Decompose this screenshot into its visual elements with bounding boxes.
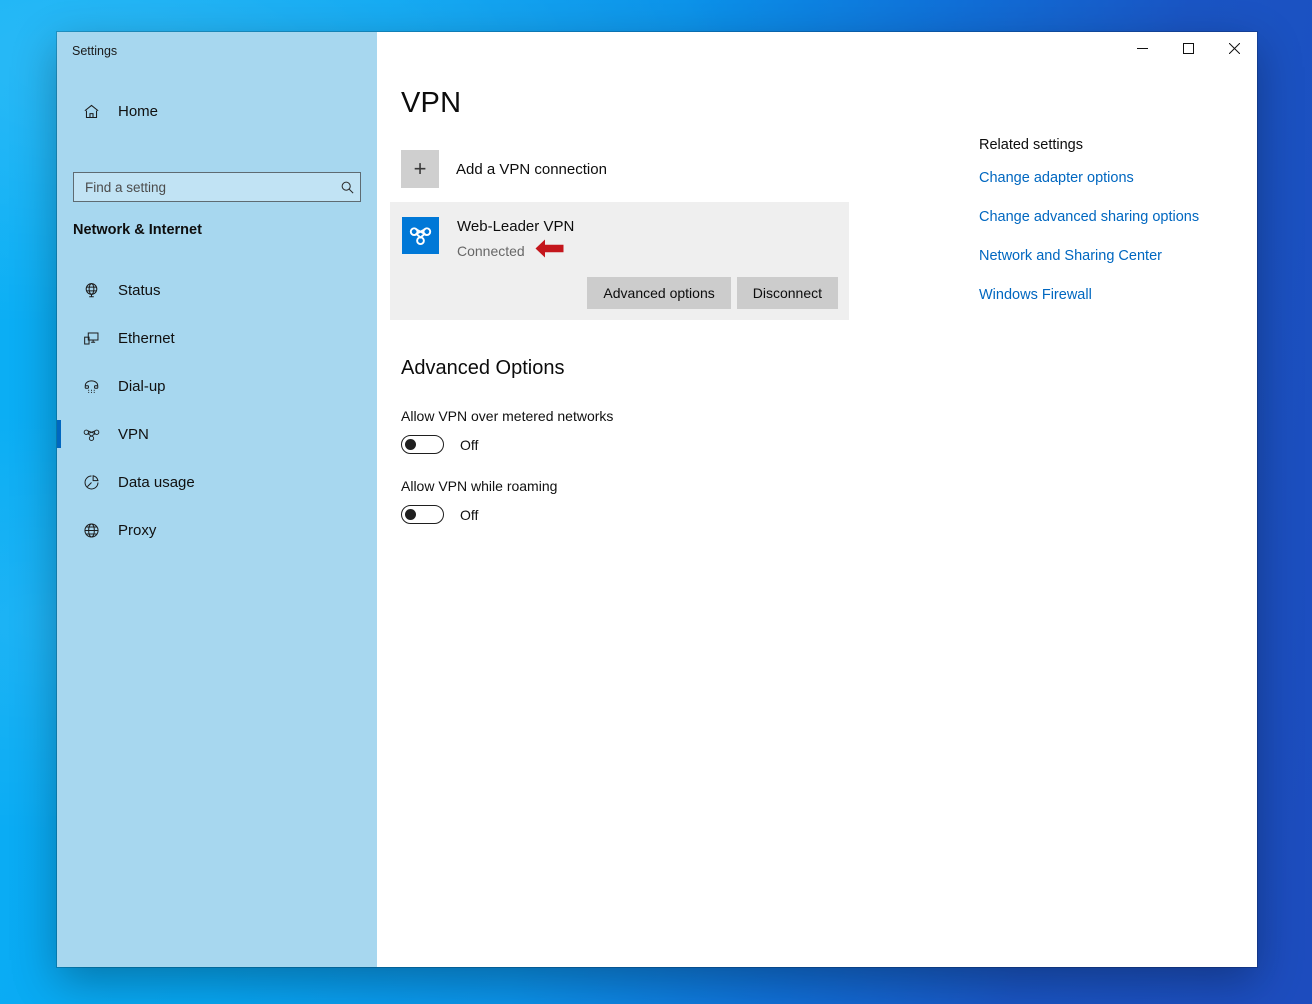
pie-chart-icon bbox=[81, 472, 101, 492]
sidebar-nav-list: Status Ethernet Dial-up VPN Data usage P… bbox=[57, 266, 377, 554]
vpn-connection-info: Web-Leader VPN Connected bbox=[402, 217, 574, 264]
vpn-connection-name: Web-Leader VPN bbox=[457, 218, 575, 235]
disconnect-button[interactable]: Disconnect bbox=[736, 277, 838, 309]
sidebar-item-status[interactable]: Status bbox=[57, 266, 377, 314]
vpn-connection-card[interactable]: Web-Leader VPN Connected Advanced option… bbox=[390, 202, 849, 320]
minimize-button[interactable] bbox=[1119, 32, 1165, 64]
globe-status-icon bbox=[81, 280, 101, 300]
advanced-options-button[interactable]: Advanced options bbox=[587, 277, 731, 309]
related-settings-panel: Related settings Change adapter options … bbox=[979, 137, 1257, 326]
option-allow-vpn-roaming-label: Allow VPN while roaming bbox=[401, 478, 558, 494]
sidebar-section-header: Network & Internet bbox=[73, 222, 202, 238]
toggle-allow-vpn-roaming-state: Off bbox=[460, 506, 479, 523]
toggle-allow-vpn-metered[interactable] bbox=[401, 435, 444, 454]
related-link-change-advanced-sharing-options[interactable]: Change advanced sharing options bbox=[979, 209, 1257, 225]
vpn-connection-status: Connected bbox=[457, 243, 525, 259]
option-allow-vpn-metered: Allow VPN over metered networks Off bbox=[401, 408, 613, 454]
sidebar-item-status-label: Status bbox=[118, 281, 161, 299]
advanced-options-title: Advanced Options bbox=[401, 357, 565, 379]
page-title: VPN bbox=[401, 87, 462, 119]
sidebar-item-proxy[interactable]: Proxy bbox=[57, 506, 377, 554]
vpn-connection-icon bbox=[402, 217, 439, 254]
add-vpn-connection-row[interactable]: + Add a VPN connection bbox=[401, 150, 607, 188]
ethernet-icon bbox=[81, 328, 101, 348]
sidebar-item-data-usage-label: Data usage bbox=[118, 473, 195, 491]
vpn-connection-status-line: Connected bbox=[457, 238, 574, 264]
sidebar-item-dialup-label: Dial-up bbox=[118, 377, 166, 395]
toggle-knob bbox=[405, 439, 416, 450]
sidebar-item-data-usage[interactable]: Data usage bbox=[57, 458, 377, 506]
sidebar: Settings Home Network & Internet bbox=[57, 32, 377, 967]
related-link-network-and-sharing-center[interactable]: Network and Sharing Center bbox=[979, 248, 1257, 264]
home-icon bbox=[81, 101, 101, 121]
option-allow-vpn-roaming-row: Off bbox=[401, 505, 557, 524]
sidebar-item-dialup[interactable]: Dial-up bbox=[57, 362, 377, 410]
add-vpn-connection-label: Add a VPN connection bbox=[456, 160, 607, 178]
related-link-windows-firewall[interactable]: Windows Firewall bbox=[979, 287, 1257, 303]
search-input[interactable] bbox=[74, 179, 334, 195]
related-settings-title: Related settings bbox=[979, 137, 1083, 153]
sidebar-item-ethernet-label: Ethernet bbox=[118, 329, 175, 347]
plus-icon: + bbox=[401, 150, 439, 188]
globe-proxy-icon bbox=[81, 520, 101, 540]
dialup-phone-icon bbox=[81, 376, 101, 396]
close-button[interactable] bbox=[1211, 32, 1257, 64]
maximize-button[interactable] bbox=[1165, 32, 1211, 64]
vpn-card-buttons: Advanced options Disconnect bbox=[587, 277, 838, 309]
search-icon bbox=[334, 180, 360, 195]
related-link-change-adapter-options[interactable]: Change adapter options bbox=[979, 170, 1257, 186]
content-area: VPN + Add a VPN connection Web-Leader VP… bbox=[377, 32, 1257, 967]
settings-window: Settings Home Network & Internet bbox=[57, 32, 1257, 967]
option-allow-vpn-roaming: Allow VPN while roaming Off bbox=[401, 478, 557, 524]
vpn-connection-text: Web-Leader VPN Connected bbox=[457, 217, 574, 264]
sidebar-item-ethernet[interactable]: Ethernet bbox=[57, 314, 377, 362]
window-title: Settings bbox=[72, 44, 118, 58]
option-allow-vpn-metered-row: Off bbox=[401, 435, 613, 454]
vpn-icon bbox=[81, 424, 101, 444]
toggle-knob bbox=[405, 509, 416, 520]
red-arrow-annotation-icon bbox=[534, 238, 565, 264]
sidebar-item-vpn[interactable]: VPN bbox=[57, 410, 377, 458]
toggle-allow-vpn-metered-state: Off bbox=[460, 436, 479, 453]
sidebar-item-home[interactable]: Home bbox=[71, 92, 363, 130]
sidebar-item-proxy-label: Proxy bbox=[118, 521, 157, 539]
toggle-allow-vpn-roaming[interactable] bbox=[401, 505, 444, 524]
window-controls bbox=[1119, 32, 1257, 64]
sidebar-item-home-label: Home bbox=[118, 102, 159, 120]
sidebar-item-vpn-label: VPN bbox=[118, 425, 149, 443]
search-box[interactable] bbox=[73, 172, 361, 202]
option-allow-vpn-metered-label: Allow VPN over metered networks bbox=[401, 408, 614, 424]
